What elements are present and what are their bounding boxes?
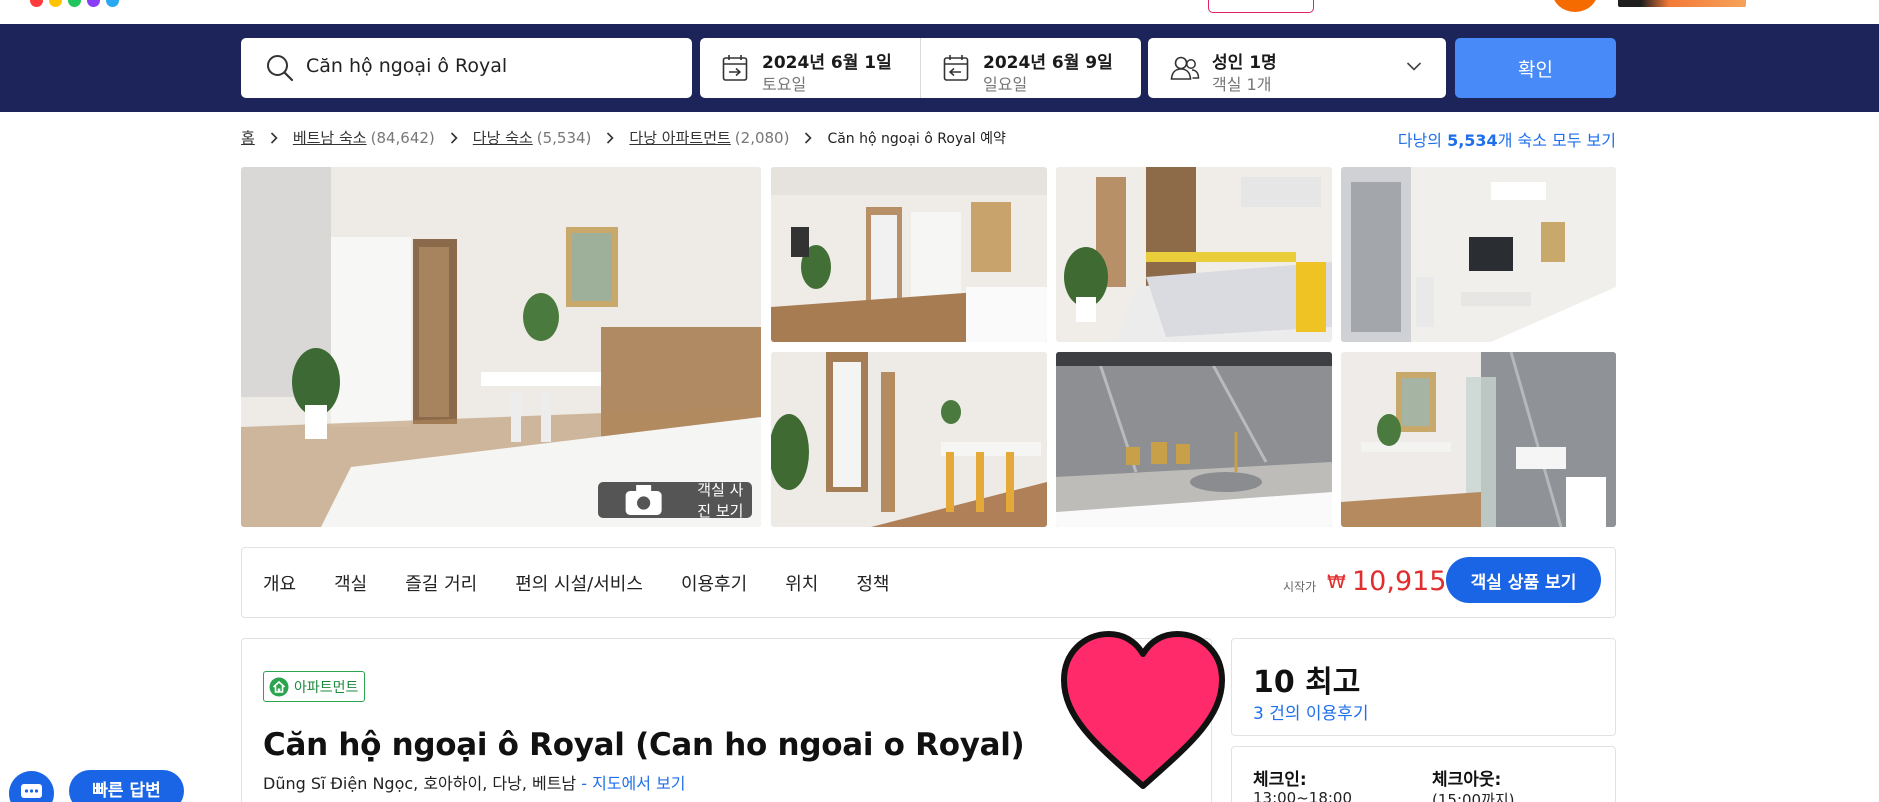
rooms-count: 객실 1개 <box>1212 75 1272 94</box>
property-title: Căn hộ ngoại ô Royal (Can ho ngoai o Roy… <box>263 727 1025 763</box>
home-icon <box>269 677 289 696</box>
view-room-photos-label: 객실 사진 보기 <box>697 481 744 520</box>
see-all-prefix: 다낭의 <box>1397 131 1448 150</box>
photo-gallery: 객실 사진 보기 <box>241 167 1616 527</box>
rating-card: 10 최고 3 건의 이용후기 <box>1231 638 1616 736</box>
property-nav-tabs: 개요 객실 즐길 거리 편의 시설/서비스 이용후기 위치 정책 시작가 ₩ 1… <box>241 547 1616 618</box>
logo-dot <box>49 0 62 7</box>
view-room-deals-button[interactable]: 객실 상품 보기 <box>1446 557 1601 603</box>
breadcrumb-country[interactable]: 베트남 숙소 <box>293 127 367 148</box>
starting-price: 10,915 <box>1352 566 1447 597</box>
chevron-right-icon <box>450 131 458 144</box>
quick-reply-button[interactable]: 빠른 답변 <box>69 770 184 802</box>
logo-dot <box>30 0 43 7</box>
breadcrumb-home[interactable]: 홈 <box>241 127 255 148</box>
see-all-count: 5,534 <box>1447 131 1498 150</box>
property-type-badge: 아파트먼트 <box>263 671 366 702</box>
checkin-date-field[interactable]: 2024년 6월 1일 토요일 <box>700 38 920 98</box>
tab-rooms[interactable]: 객실 <box>334 570 367 596</box>
guests-icon <box>1170 56 1200 80</box>
checkin-card: 체크인: 13:00~18:00 체크아웃: (15:00까지) <box>1231 746 1616 802</box>
logo-dot <box>68 0 81 7</box>
search-submit-button[interactable]: 확인 <box>1455 38 1616 98</box>
property-type-label: 아파트먼트 <box>294 679 359 696</box>
checkin-time: 13:00~18:00 <box>1253 789 1353 802</box>
reviews-link[interactable]: 3 건의 이용후기 <box>1253 699 1368 724</box>
breadcrumb-city[interactable]: 다낭 숙소 <box>473 127 533 148</box>
chevron-right-icon <box>805 131 813 144</box>
price-prefix: 시작가 <box>1283 580 1317 594</box>
breadcrumb: 홈 베트남 숙소 (84,642) 다낭 숙소 (5,534) 다낭 아파트먼트… <box>241 127 1006 148</box>
date-picker: 2024년 6월 1일 토요일 2024년 6월 9일 일요일 <box>700 38 1141 98</box>
breadcrumb-count: (5,534) <box>536 128 592 147</box>
checkout-time: (15:00까지) <box>1432 791 1515 802</box>
tab-reviews[interactable]: 이용후기 <box>681 570 747 596</box>
view-on-map-link[interactable]: - 지도에서 보기 <box>576 774 685 793</box>
chevron-down-icon <box>1406 62 1422 71</box>
tab-overview[interactable]: 개요 <box>263 570 296 596</box>
tab-location[interactable]: 위치 <box>785 570 818 596</box>
avatar[interactable] <box>1552 0 1598 12</box>
property-address: Dũng Sĩ Điện Ngọc, 호아하이, 다낭, 베트남 - 지도에서 … <box>263 770 686 794</box>
chevron-right-icon <box>270 131 278 144</box>
room-photo[interactable] <box>1056 352 1332 527</box>
heart-sticker-icon <box>1061 631 1225 789</box>
main-room-photo[interactable]: 객실 사진 보기 <box>241 167 761 527</box>
checkin-label: 체크인: <box>1253 770 1307 790</box>
breadcrumb-count: (84,642) <box>370 128 435 147</box>
header-outline-button[interactable] <box>1208 0 1314 13</box>
search-icon <box>267 55 294 82</box>
breadcrumb-category[interactable]: 다낭 아파트먼트 <box>629 127 730 148</box>
rating-score: 10 최고 <box>1253 665 1361 700</box>
checkout-day: 일요일 <box>983 75 1028 94</box>
see-all-suffix: 개 숙소 모두 보기 <box>1497 131 1616 150</box>
view-room-photos-button[interactable]: 객실 사진 보기 <box>598 481 752 520</box>
tab-amenities[interactable]: 편의 시설/서비스 <box>515 570 643 596</box>
tab-list: 개요 객실 즐길 거리 편의 시설/서비스 이용후기 위치 정책 <box>263 570 889 596</box>
camera-icon <box>625 485 662 515</box>
room-photo[interactable] <box>771 167 1047 342</box>
search-bar: Căn hộ ngoại ô Royal 2024년 6월 1일 토요일 202… <box>0 24 1879 112</box>
checkout-date: 2024년 6월 9일 <box>983 53 1113 73</box>
search-query-text: Căn hộ ngoại ô Royal <box>306 55 508 77</box>
chat-icon <box>21 784 42 798</box>
room-photo[interactable] <box>1341 167 1616 342</box>
checkout-label: 체크아웃: <box>1432 770 1502 790</box>
room-photo[interactable] <box>1341 352 1616 527</box>
tab-attractions[interactable]: 즐길 거리 <box>405 570 477 596</box>
logo-dot <box>106 0 119 7</box>
tab-policies[interactable]: 정책 <box>856 570 889 596</box>
brand-logo[interactable] <box>30 0 119 7</box>
checkin-day: 토요일 <box>762 75 807 94</box>
top-header <box>0 0 1879 24</box>
calendar-checkout-icon <box>943 55 969 81</box>
chat-button[interactable] <box>9 771 54 802</box>
calendar-checkin-icon <box>722 55 748 81</box>
logo-dot <box>87 0 100 7</box>
room-photo[interactable] <box>771 352 1047 527</box>
breadcrumb-current: Căn hộ ngoại ô Royal 예약 <box>827 130 1006 147</box>
see-all-properties-link[interactable]: 다낭의 5,534개 숙소 모두 보기 <box>1398 127 1616 151</box>
room-photo[interactable] <box>1056 167 1332 342</box>
guests-count: 성인 1명 <box>1212 53 1277 73</box>
search-input[interactable]: Căn hộ ngoại ô Royal <box>241 38 692 98</box>
header-promo-banner[interactable] <box>1618 0 1746 7</box>
checkin-date: 2024년 6월 1일 <box>762 53 892 73</box>
breadcrumb-count: (2,080) <box>734 128 790 147</box>
guests-selector[interactable]: 성인 1명 객실 1개 <box>1148 38 1446 98</box>
price-currency: ₩ <box>1327 571 1346 593</box>
address-text: Dũng Sĩ Điện Ngọc, 호아하이, 다낭, 베트남 <box>263 774 577 793</box>
checkout-date-field[interactable]: 2024년 6월 9일 일요일 <box>920 38 1141 98</box>
chevron-right-icon <box>607 131 615 144</box>
